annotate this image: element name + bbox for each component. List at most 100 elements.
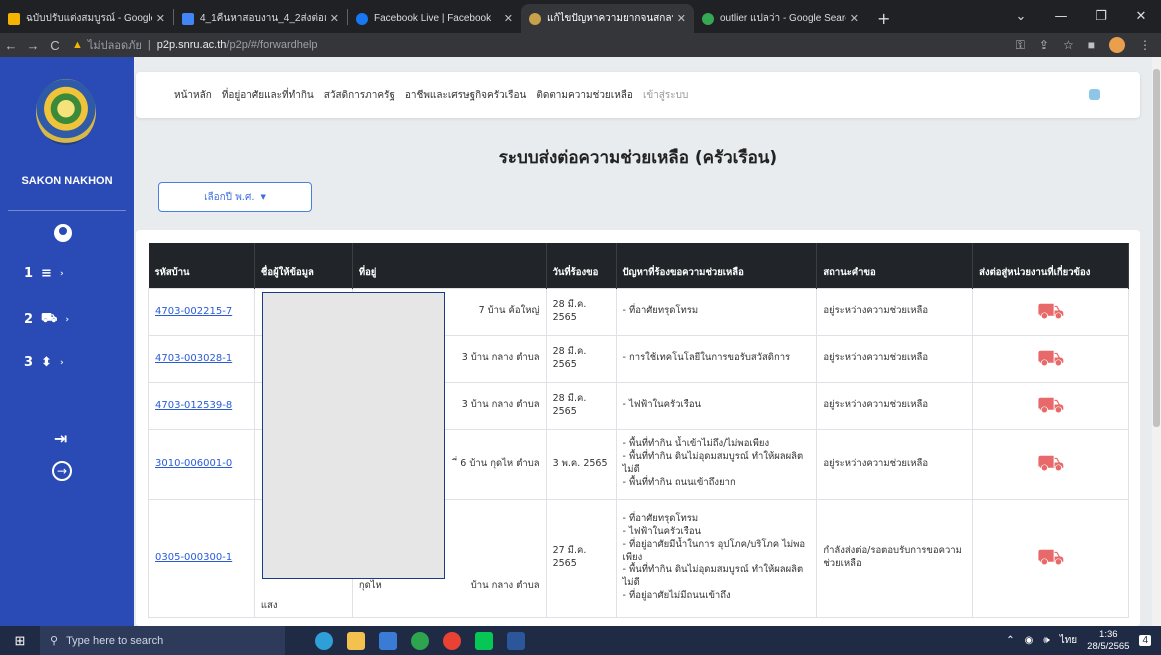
- house-id-link[interactable]: 0305-000300-1: [155, 552, 232, 563]
- reload-icon[interactable]: C: [44, 38, 66, 53]
- forward-icon[interactable]: →: [22, 38, 44, 53]
- user-icon[interactable]: [54, 224, 72, 242]
- university-seal-logo: [36, 79, 96, 145]
- url-host: p2p.snru.ac.th: [156, 39, 227, 51]
- sidebar-divider: [8, 210, 126, 211]
- word-icon[interactable]: [507, 631, 525, 650]
- browser-tab-strip: ฉบับปรับแต่งสมบูรณ์ - Google Drive✕ 4_1ค…: [0, 0, 1161, 33]
- sidebar-item-3[interactable]: 3 ⬍ ›: [24, 355, 64, 370]
- taskbar-clock[interactable]: 1:36 28/5/2565: [1087, 629, 1129, 652]
- redaction-box: [262, 292, 445, 579]
- search-icon: ⚲: [50, 635, 59, 647]
- close-window-icon[interactable]: ✕: [1121, 9, 1161, 24]
- browser-tab[interactable]: Facebook Live | Facebook ✕: [348, 4, 521, 33]
- notification-icon[interactable]: 4: [1139, 635, 1151, 646]
- house-id-link[interactable]: 3010-006001-0: [155, 458, 232, 469]
- not-secure-label: ไม่ปลอดภัย: [87, 40, 142, 52]
- share-icon[interactable]: ⇪: [1039, 38, 1049, 52]
- col-date: วันที่ร้องขอ: [546, 243, 617, 288]
- caret-down-icon: ▼: [260, 193, 266, 201]
- date-cell: 27 มี.ค. 2565: [545, 498, 617, 618]
- browser-tab[interactable]: outlier แปลว่า - Google Search ✕: [694, 4, 867, 33]
- new-tab-button[interactable]: +: [867, 4, 900, 33]
- google-docs-icon: [182, 12, 194, 25]
- google-drive-icon: [8, 12, 20, 25]
- year-select-button[interactable]: เลือกปี พ.ศ. ▼: [158, 182, 312, 212]
- date-cell: 28 มี.ค. 2565: [545, 287, 617, 336]
- forward-truck-icon[interactable]: ⛟: [972, 381, 1129, 430]
- key-icon[interactable]: ⚿: [1016, 38, 1025, 53]
- toolbar-right: ⚿ ⇪ ☆ ■ ⋮: [1016, 37, 1161, 53]
- language-indicator[interactable]: ไทย: [1060, 633, 1077, 648]
- warning-icon: ▲: [72, 39, 83, 51]
- file-explorer-icon[interactable]: [347, 631, 365, 650]
- house-id-link[interactable]: 4703-002215-7: [155, 306, 232, 317]
- nav-link-tracking[interactable]: ติดตามความช่วยเหลือ: [536, 88, 633, 103]
- nav-link-occupation[interactable]: อาชีพและเศรษฐกิจครัวเรือน: [405, 88, 526, 103]
- bookmark-star-icon[interactable]: ☆: [1063, 38, 1074, 52]
- col-forward: ส่งต่อสู่หน่วยงานที่เกี่ยวข้อง: [972, 243, 1129, 288]
- close-tab-icon[interactable]: ✕: [504, 12, 513, 25]
- hand-holding-icon: ⬍: [41, 355, 52, 370]
- close-tab-icon[interactable]: ✕: [677, 12, 686, 25]
- status-cell: อยู่ระหว่างความช่วยเหลือ: [816, 334, 974, 383]
- minimize-icon[interactable]: —: [1041, 9, 1081, 24]
- col-address: ที่อยู่: [352, 243, 547, 288]
- browser-tab[interactable]: ฉบับปรับแต่งสมบูรณ์ - Google Drive✕: [0, 4, 173, 33]
- sidebar-item-2[interactable]: 2 ⛟ ›: [24, 311, 69, 328]
- system-tray: ⌃ ◉ 🕪 ไทย 1:36 28/5/2565 4: [1006, 629, 1161, 652]
- close-tab-icon[interactable]: ✕: [330, 12, 339, 25]
- col-informant: ชื่อผู้ให้ข้อมูล: [254, 243, 353, 288]
- status-cell: อยู่ระหว่างความช่วยเหลือ: [816, 381, 974, 430]
- edge-icon[interactable]: [315, 631, 333, 650]
- col-problem: ปัญหาที่ร้องขอความช่วยเหลือ: [616, 243, 818, 288]
- status-cell: กำลังส่งต่อ/รอตอบรับการขอความช่วยเหลือ: [816, 498, 974, 618]
- maximize-icon[interactable]: ❐: [1081, 9, 1121, 24]
- house-id-link[interactable]: 4703-003028-1: [155, 353, 232, 364]
- forward-truck-icon[interactable]: ⛟: [972, 428, 1129, 500]
- status-cell: อยู่ระหว่างความช่วยเหลือ: [816, 287, 974, 336]
- network-icon[interactable]: ◉: [1025, 635, 1034, 646]
- forward-truck-icon[interactable]: ⛟: [972, 498, 1129, 618]
- browser-tab-active[interactable]: แก้ไขปัญหาความยากจนสกลนคร✕: [521, 4, 694, 33]
- status-cell: อยู่ระหว่างความช่วยเหลือ: [816, 428, 974, 500]
- close-tab-icon[interactable]: ✕: [850, 12, 859, 25]
- close-tab-icon[interactable]: ✕: [156, 12, 165, 25]
- tray-chevron-icon[interactable]: ⌃: [1006, 635, 1014, 646]
- menu-icon[interactable]: ⋮: [1139, 38, 1151, 52]
- sidebar: SAKON NAKHON 1 ≡ › 2 ⛟ › 3 ⬍ › ⇥ →: [0, 57, 134, 626]
- date-cell: 3 พ.ค. 2565: [545, 428, 617, 500]
- house-id-link[interactable]: 4703-012539-8: [155, 400, 232, 411]
- forward-truck-icon[interactable]: ⛟: [972, 287, 1129, 336]
- profile-avatar[interactable]: [1109, 37, 1125, 53]
- nav-link-housing[interactable]: ที่อยู่อาศัยและที่ทำกิน: [222, 88, 314, 103]
- truck-icon: ⛟: [41, 311, 58, 326]
- nav-link-login[interactable]: เข้าสู่ระบบ: [643, 88, 688, 103]
- page-scrollbar[interactable]: [1152, 57, 1161, 626]
- sidepanel-icon[interactable]: ■: [1088, 38, 1095, 52]
- list-icon: ≡: [41, 266, 52, 281]
- nav-link-welfare[interactable]: สวัสดิการภาครัฐ: [324, 88, 395, 103]
- arrow-circle-right-icon[interactable]: →: [52, 461, 72, 481]
- chevron-right-icon: ›: [65, 314, 70, 325]
- forward-truck-icon[interactable]: ⛟: [972, 334, 1129, 383]
- window-controls: ⌄ — ❐ ✕: [1001, 0, 1161, 33]
- url-path: /p2p/#/forwardhelp: [226, 39, 318, 51]
- status-dot: [1089, 89, 1100, 100]
- mail-icon[interactable]: [379, 631, 397, 650]
- logout-icon[interactable]: ⇥: [54, 429, 67, 448]
- address-bar[interactable]: ▲ ไม่ปลอดภัย | p2p.snru.ac.th/p2p/#/forw…: [72, 35, 318, 55]
- line-icon[interactable]: [475, 631, 493, 650]
- xbox-icon[interactable]: [411, 631, 429, 650]
- windows-start-icon[interactable]: ⊞: [0, 633, 40, 649]
- browser-tab[interactable]: 4_1คืนหาสอบงาน_4_2ส่งต่อและยื่นเ✕: [174, 4, 347, 33]
- tab-search-icon[interactable]: ⌄: [1001, 9, 1041, 24]
- taskbar-search[interactable]: ⚲ Type here to search: [40, 626, 285, 655]
- scrollbar-thumb[interactable]: [1153, 69, 1160, 427]
- nav-link-home[interactable]: หน้าหลัก: [174, 88, 212, 103]
- volume-icon[interactable]: 🕪: [1043, 635, 1049, 646]
- table-header-row: รหัสบ้าน ชื่อผู้ให้ข้อมูล ที่อยู่ วันที่…: [148, 243, 1129, 288]
- sidebar-item-1[interactable]: 1 ≡ ›: [24, 266, 64, 281]
- back-icon[interactable]: ←: [0, 38, 22, 53]
- chrome-icon[interactable]: [443, 631, 461, 650]
